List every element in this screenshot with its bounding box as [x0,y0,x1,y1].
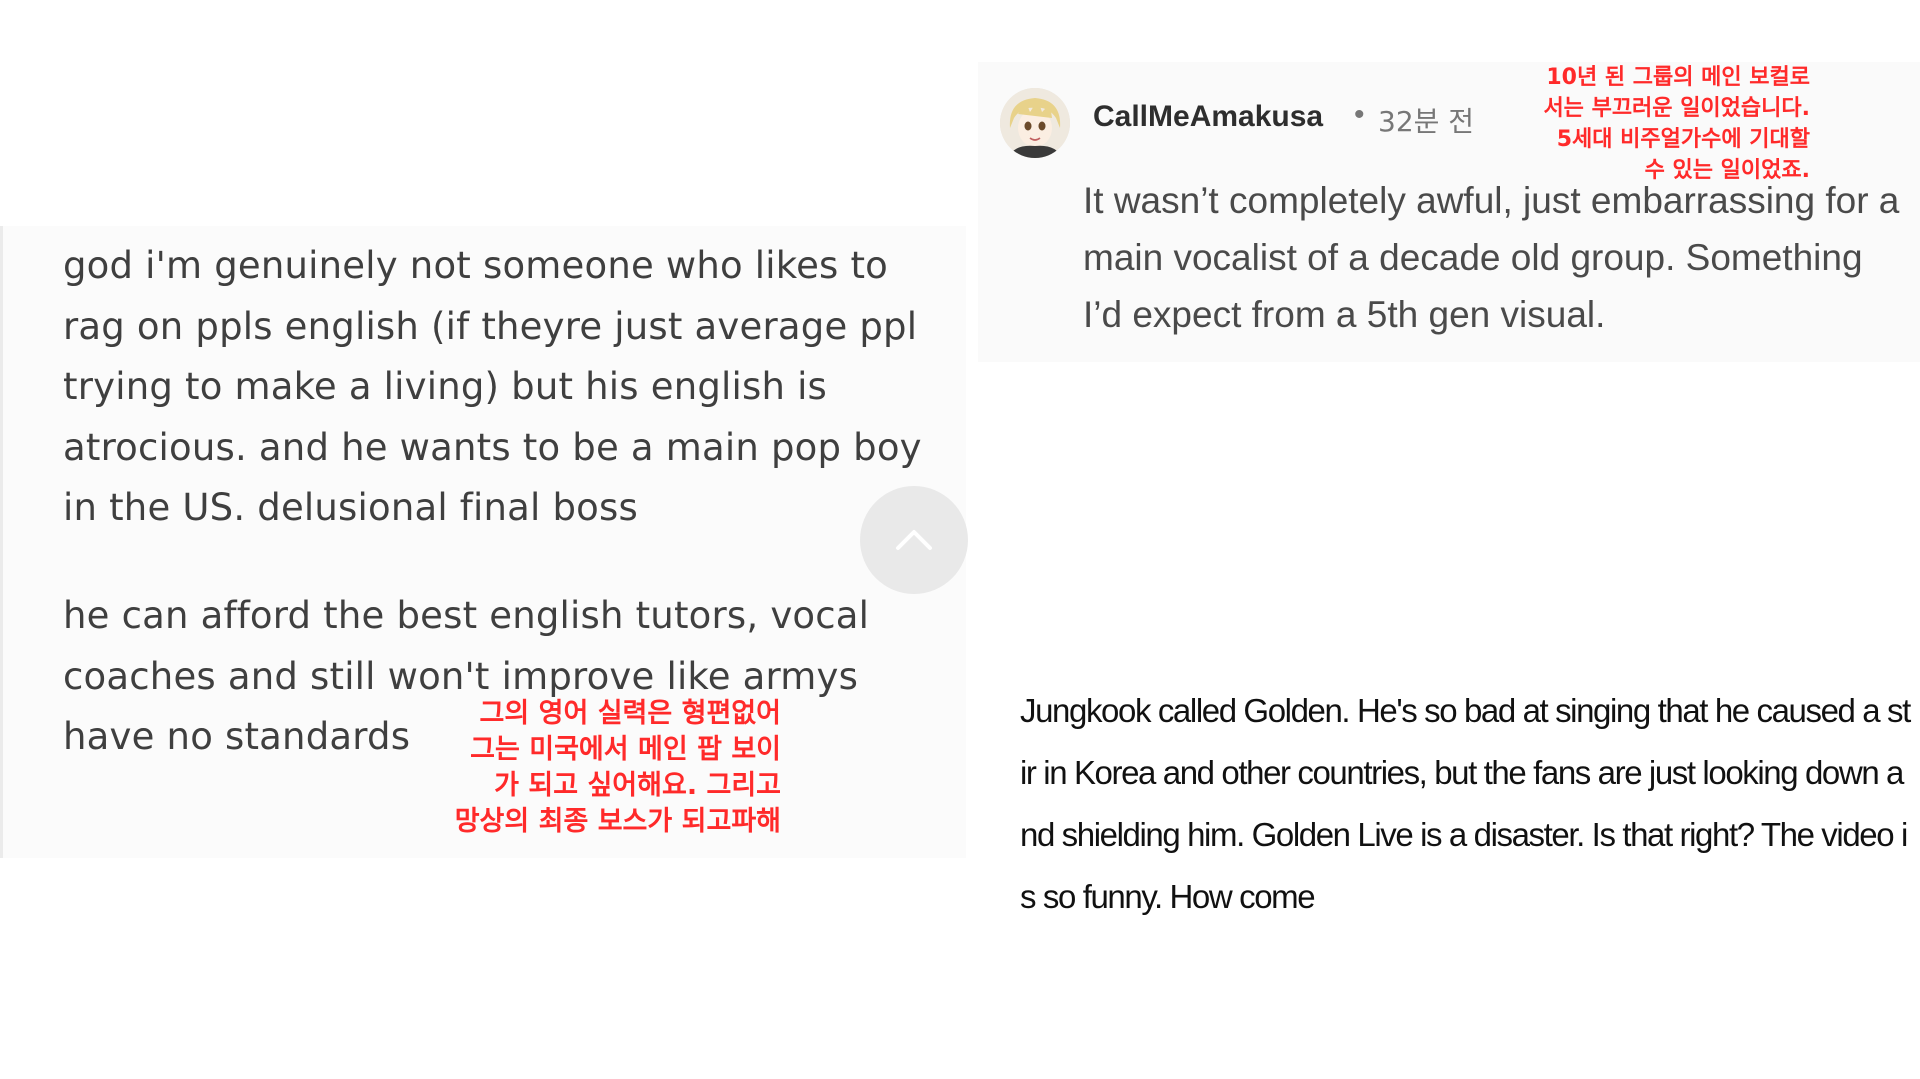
collage-page: god i'm genuinely not someone who likes … [0,0,1920,1079]
right-korean-caption-line: 5세대 비주얼가수에 기대할 [1556,127,1810,152]
right-korean-caption-line: 서는 부끄러운 일이었습니다. [1543,96,1810,121]
comment-body: It wasn’t completely awful, just embarra… [1083,180,1900,335]
left-korean-caption: 그의 영어 실력은 형편없어 그는 미국에서 메인 팝 보이 가 되고 싶어해요… [411,696,781,840]
left-post-screenshot: god i'm genuinely not someone who likes … [0,226,968,858]
avatar[interactable] [1000,88,1070,158]
left-post-paragraph-1: god i'm genuinely not someone who likes … [63,244,922,529]
comment-screenshot: CallMeAmakusa • 32분 전 10년 된 그룹의 메인 보컬로 서… [978,62,1920,362]
scroll-to-top-button[interactable] [860,486,968,594]
left-korean-caption-line: 그의 영어 실력은 형편없어 [479,698,781,729]
right-korean-caption: 10년 된 그룹의 메인 보컬로 서는 부끄러운 일이었습니다. 5세대 비주얼… [1490,62,1810,186]
left-korean-caption-line: 그는 미국에서 메인 팝 보이 [470,734,781,765]
translation-paragraph: Jungkook called Golden. He's so bad at s… [1020,692,1911,915]
anime-avatar-icon [1000,88,1070,158]
left-korean-caption-line: 망상의 최종 보스가 되고파해 [454,806,781,837]
comment-username[interactable]: CallMeAmakusa [1093,100,1323,134]
right-korean-caption-line: 10년 된 그룹의 메인 보컬로 [1546,65,1810,90]
comment-timestamp: 32분 전 [1378,105,1475,138]
meta-separator: • [1354,98,1365,131]
chevron-up-icon [896,530,932,550]
left-korean-caption-line: 가 되고 싶어해요. 그리고 [494,770,781,801]
